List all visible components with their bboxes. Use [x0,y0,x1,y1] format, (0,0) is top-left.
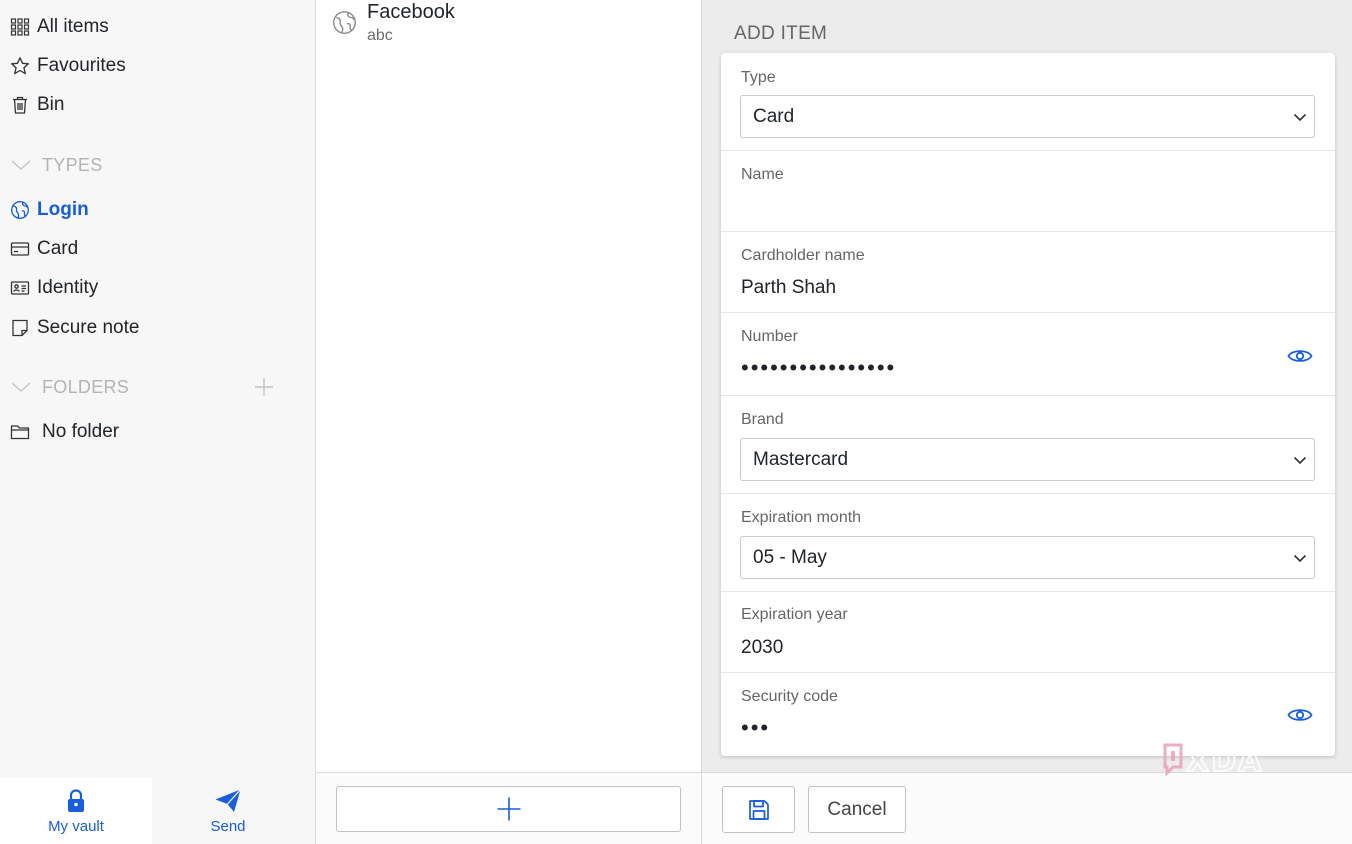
grid-icon [10,17,30,37]
trash-icon [10,95,30,115]
paper-plane-icon [215,789,241,812]
brand-select[interactable]: Mastercard [740,438,1315,481]
type-select-value: Card [753,106,795,127]
xda-watermark-logo: XDA [1163,743,1263,780]
sidebar-item-label: Secure note [37,317,140,338]
tab-my-vault[interactable]: My vault [0,778,152,844]
sidebar-item-label: No folder [42,421,120,442]
types-section-header[interactable]: TYPES [10,150,103,180]
add-item-form: Type Card Name Cardholder name Parth Sha… [721,53,1335,756]
number-field[interactable]: Number •••••••••••••••• [721,313,1335,396]
cancel-button[interactable]: Cancel [808,786,906,833]
note-icon [10,318,30,338]
vault-item-list: Facebook abc [316,0,702,844]
eye-icon[interactable] [1287,347,1313,365]
folders-heading: FOLDERS [42,376,130,397]
sidebar-item-label: All items [37,16,109,37]
list-item-title: Facebook [367,1,455,23]
cardholder-input[interactable]: Parth Shah [741,277,836,299]
sidebar-item-bin[interactable]: Bin [10,90,64,120]
sidebar-item-favourites[interactable]: Favourites [10,51,126,81]
brand-select-value: Mastercard [753,449,849,470]
folder-icon [10,422,30,442]
sidebar-item-login[interactable]: Login [10,195,89,225]
type-label: Type [741,69,776,86]
cardholder-label: Cardholder name [741,247,865,264]
brand-label: Brand [741,411,784,428]
plus-icon [497,797,520,821]
sidebar-item-label: Favourites [37,55,126,76]
sidebar-item-card[interactable]: Card [10,234,78,264]
list-footer [316,772,701,844]
sidebar-item-label: Login [37,199,89,220]
eye-icon[interactable] [1287,706,1313,724]
number-label: Number [741,328,798,345]
globe-icon [10,200,30,220]
name-label: Name [741,166,784,183]
cardholder-field[interactable]: Cardholder name Parth Shah [721,232,1335,313]
watermark-text: XDA [1186,744,1263,779]
chevron-down-icon [1293,554,1307,563]
expiration-year-field[interactable]: Expiration year 2030 [721,592,1335,673]
expiration-month-label: Expiration month [741,509,862,526]
panel-footer: Cancel [702,772,1352,844]
sidebar-item-label: Bin [37,94,65,115]
add-item-button[interactable] [336,786,681,832]
security-code-input[interactable]: ••• [741,715,770,741]
tab-label: My vault [48,818,104,835]
sidebar-item-label: Identity [37,277,99,298]
id-card-icon [10,278,30,298]
list-item[interactable]: Facebook abc [316,0,701,52]
bottom-tab-bar: My vault Send [0,778,315,844]
list-item-subtitle: abc [367,27,393,44]
name-field[interactable]: Name [721,151,1335,232]
security-code-label: Security code [741,688,838,705]
sidebar-item-no-folder[interactable]: No folder [10,417,119,447]
expiration-month-value: 05 - May [753,547,827,568]
tab-send[interactable]: Send [152,778,304,844]
brand-field: Brand Mastercard [721,396,1335,494]
chevron-down-icon [1293,113,1307,122]
type-field: Type Card [721,53,1335,151]
expiration-month-field: Expiration month 05 - May [721,494,1335,592]
sidebar: All items Favourites Bin TYPES Login Car… [0,0,316,844]
expiration-year-label: Expiration year [741,606,848,623]
tab-label: Send [210,818,246,835]
sidebar-item-identity[interactable]: Identity [10,273,98,303]
expiration-month-select[interactable]: 05 - May [740,536,1315,579]
chevron-down-icon [11,160,31,170]
save-icon [748,799,769,820]
add-item-panel: ADD ITEM Type Card Name Cardholder name … [702,0,1352,844]
add-folder-icon[interactable] [252,375,276,399]
expiration-year-input[interactable]: 2030 [741,637,783,659]
credit-card-icon [10,239,30,259]
number-input[interactable]: •••••••••••••••• [741,355,896,381]
sidebar-item-label: Card [37,238,79,259]
star-icon [10,56,30,76]
folders-section-header[interactable]: FOLDERS [10,372,129,402]
sidebar-item-secure-note[interactable]: Secure note [10,313,139,343]
types-heading: TYPES [42,154,103,175]
save-button[interactable] [722,786,795,833]
lock-icon [68,789,84,812]
chevron-down-icon [11,382,31,392]
chevron-down-icon [1293,456,1307,465]
panel-heading: ADD ITEM [734,23,828,44]
type-select[interactable]: Card [740,95,1315,138]
sidebar-item-all-items[interactable]: All items [10,12,109,42]
globe-icon [333,11,356,34]
